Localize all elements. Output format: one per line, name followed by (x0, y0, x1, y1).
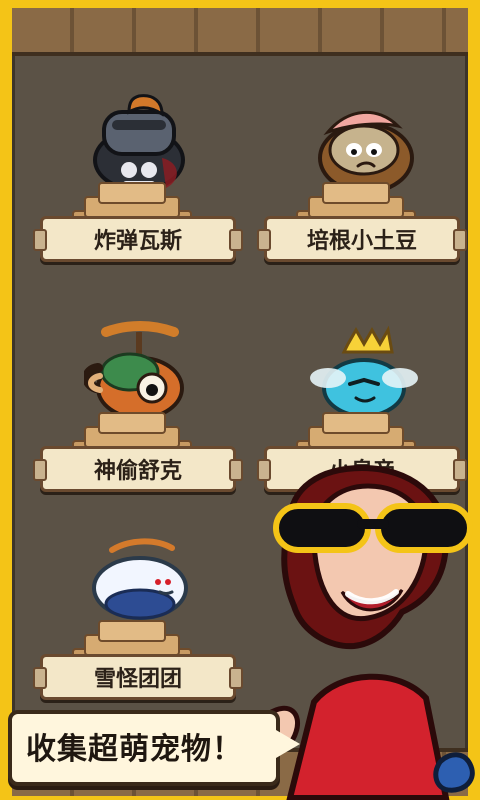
collect-pets-banner: 收集超萌宠物！ (8, 710, 300, 786)
pet-card-3[interactable]: 神偷舒克 (33, 300, 243, 500)
pet-name-label: 神偷舒克 (33, 446, 243, 492)
pet-name-label: 炸弹瓦斯 (33, 216, 243, 262)
pet-name-label: 雪怪团团 (33, 654, 243, 700)
top-brick-border (12, 8, 468, 56)
pet-name-label: 培根小土豆 (257, 216, 467, 262)
pet-card-1[interactable]: 炸弹瓦斯 (33, 70, 243, 270)
pet-card-5[interactable]: 雪怪团团 (33, 508, 243, 708)
pet-card-2[interactable]: 培根小土豆 (257, 70, 467, 270)
banner-text: 收集超萌宠物！ (26, 732, 243, 767)
